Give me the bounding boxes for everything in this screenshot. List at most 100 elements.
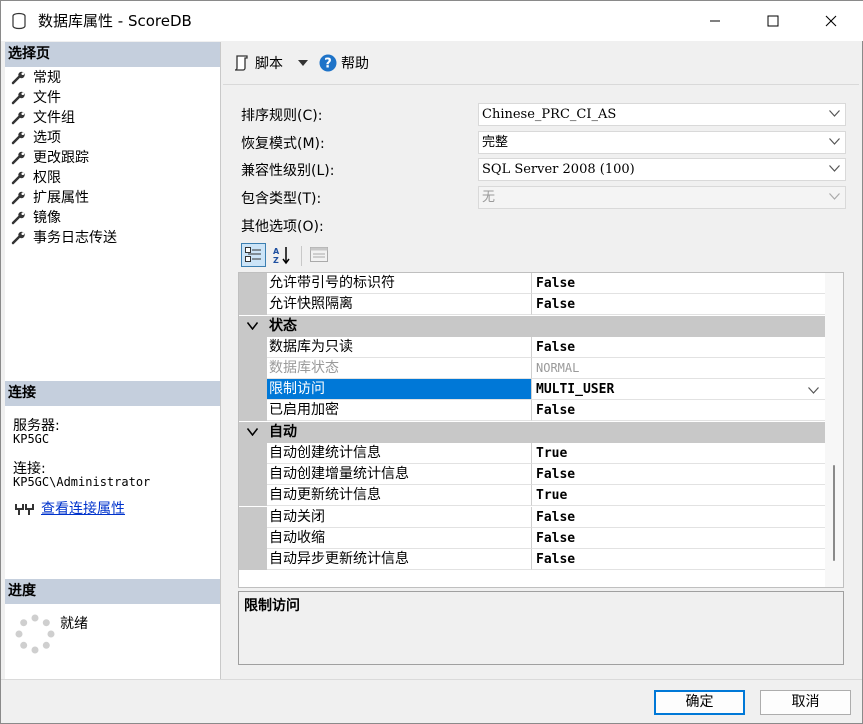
grid-row[interactable]: 自动异步更新统计信息 False: [239, 549, 825, 570]
property-name: 自动关闭: [267, 507, 532, 528]
script-button[interactable]: 脚本: [231, 51, 317, 75]
grid-row[interactable]: 自动创建统计信息 True: [239, 443, 825, 464]
page-item-label: 权限: [33, 170, 61, 186]
minimize-button[interactable]: [692, 7, 738, 35]
minimize-icon: [710, 20, 720, 22]
script-label: 脚本: [255, 56, 283, 72]
progress-spinner-icon: [15, 614, 55, 654]
property-value[interactable]: False: [532, 464, 825, 485]
page-item-label: 文件组: [33, 110, 75, 126]
wrench-icon: [11, 191, 25, 205]
left-panel: 选择页 常规 文件 文件组 选项 更改跟踪 权限 扩展属性 镜像 事务日志传送 …: [5, 42, 221, 679]
wrench-icon: [11, 131, 25, 145]
grid-row[interactable]: 自动创建增量统计信息 False: [239, 464, 825, 485]
property-value[interactable]: False: [532, 507, 825, 528]
svg-text:Z: Z: [273, 256, 279, 265]
property-grid: 允许带引号的标识符 False 允许快照隔离 False 状态 数据库为只读 F…: [238, 272, 844, 588]
containment-type-combo: 无: [478, 186, 846, 209]
property-value[interactable]: False: [532, 337, 825, 358]
property-name: 自动异步更新统计信息: [267, 549, 532, 570]
svg-text:?: ?: [324, 57, 332, 72]
grid-row[interactable]: 已启用加密 False: [239, 400, 825, 421]
page-item-label: 事务日志传送: [33, 230, 117, 246]
alphabetical-button[interactable]: A Z: [269, 243, 294, 267]
property-name: 自动更新统计信息: [267, 485, 532, 506]
toolbar: 脚本 ? 帮助: [223, 43, 859, 83]
category-label: 状态: [269, 318, 297, 334]
cancel-button[interactable]: 取消: [760, 690, 851, 715]
property-value[interactable]: True: [532, 485, 825, 506]
grid-row[interactable]: 自动更新统计信息 True: [239, 485, 825, 506]
chevron-down-icon[interactable]: [298, 60, 308, 66]
property-value[interactable]: True: [532, 443, 825, 464]
collation-value: Chinese_PRC_CI_AS: [482, 107, 617, 122]
wrench-icon: [11, 151, 25, 165]
recovery-model-combo[interactable]: 完整: [478, 131, 846, 154]
property-name: 已启用加密: [267, 400, 532, 421]
grid-row[interactable]: 自动收缩 False: [239, 528, 825, 549]
compatibility-level-combo[interactable]: SQL Server 2008 (100): [478, 158, 846, 181]
collapse-chevron-icon[interactable]: [247, 322, 258, 330]
categorized-icon: [245, 247, 261, 262]
property-name: 自动创建增量统计信息: [267, 464, 532, 485]
property-value[interactable]: False: [532, 400, 825, 421]
property-value[interactable]: False: [532, 528, 825, 549]
property-pages-button: [307, 243, 332, 267]
grid-row[interactable]: 数据库为只读 False: [239, 337, 825, 358]
collapse-chevron-icon[interactable]: [247, 428, 258, 436]
wrench-icon: [11, 111, 25, 125]
collation-label: 排序规则(C):: [241, 108, 323, 124]
chevron-down-icon: [829, 138, 840, 145]
grid-scrollbar[interactable]: [825, 273, 843, 587]
page-item-label: 更改跟踪: [33, 150, 89, 166]
property-value: MULTI_USER: [536, 382, 615, 397]
scrollbar-thumb[interactable]: [833, 465, 835, 561]
wrench-icon: [11, 231, 25, 245]
help-icon: ?: [319, 54, 337, 72]
connection-value: KP5GC\Administrator: [13, 475, 151, 489]
connection-properties-icon: [15, 504, 34, 515]
wrench-icon: [11, 171, 25, 185]
chevron-down-icon[interactable]: [808, 387, 819, 394]
property-pages-icon: [310, 247, 328, 262]
dialog-window: 数据库属性 - ScoreDB 选择页 常规 文件 文件组 选项 更改跟踪 权限…: [0, 0, 863, 724]
view-connection-properties-link[interactable]: 查看连接属性: [41, 498, 125, 518]
category-label: 自动: [269, 424, 297, 440]
toolbar-divider: [223, 84, 859, 85]
select-page-header: 选择页: [5, 42, 220, 67]
ok-button[interactable]: 确定: [654, 690, 745, 715]
collation-combo[interactable]: Chinese_PRC_CI_AS: [478, 103, 846, 126]
grid-category-row[interactable]: 状态: [239, 316, 825, 337]
title-bar: 数据库属性 - ScoreDB: [1, 1, 863, 41]
property-name: 允许带引号的标识符: [267, 273, 532, 294]
progress-status: 就绪: [60, 616, 88, 632]
categorized-button[interactable]: [241, 243, 266, 267]
grid-category-row[interactable]: 自动: [239, 422, 825, 443]
grid-row[interactable]: 允许快照隔离 False: [239, 294, 825, 315]
page-item-label: 文件: [33, 90, 61, 106]
grid-row[interactable]: 数据库状态 NORMAL: [239, 358, 825, 379]
page-item-label: 选项: [33, 130, 61, 146]
help-button[interactable]: ? 帮助: [318, 51, 378, 75]
grid-row-selected[interactable]: 限制访问 MULTI_USER: [239, 379, 825, 400]
property-value[interactable]: False: [532, 273, 825, 294]
window-title: 数据库属性 - ScoreDB: [38, 12, 192, 30]
property-name: 数据库为只读: [267, 337, 532, 358]
wrench-icon: [11, 91, 25, 105]
restrict-access-combo[interactable]: MULTI_USER: [532, 379, 825, 400]
close-icon: [825, 15, 837, 27]
recovery-model-value: 完整: [482, 135, 509, 150]
grid-row[interactable]: 允许带引号的标识符 False: [239, 273, 825, 294]
chevron-down-icon: [829, 165, 840, 172]
property-name: 允许快照隔离: [267, 294, 532, 315]
recovery-model-label: 恢复模式(M):: [241, 136, 325, 152]
maximize-button[interactable]: [750, 7, 796, 35]
toolbar-separator: [301, 246, 302, 266]
compatibility-level-label: 兼容性级别(L):: [241, 163, 335, 179]
property-value[interactable]: False: [532, 549, 825, 570]
property-value: NORMAL: [532, 358, 825, 379]
property-value[interactable]: False: [532, 294, 825, 315]
grid-row[interactable]: 自动关闭 False: [239, 507, 825, 528]
property-name: 自动创建统计信息: [267, 443, 532, 464]
close-button[interactable]: [808, 7, 854, 35]
